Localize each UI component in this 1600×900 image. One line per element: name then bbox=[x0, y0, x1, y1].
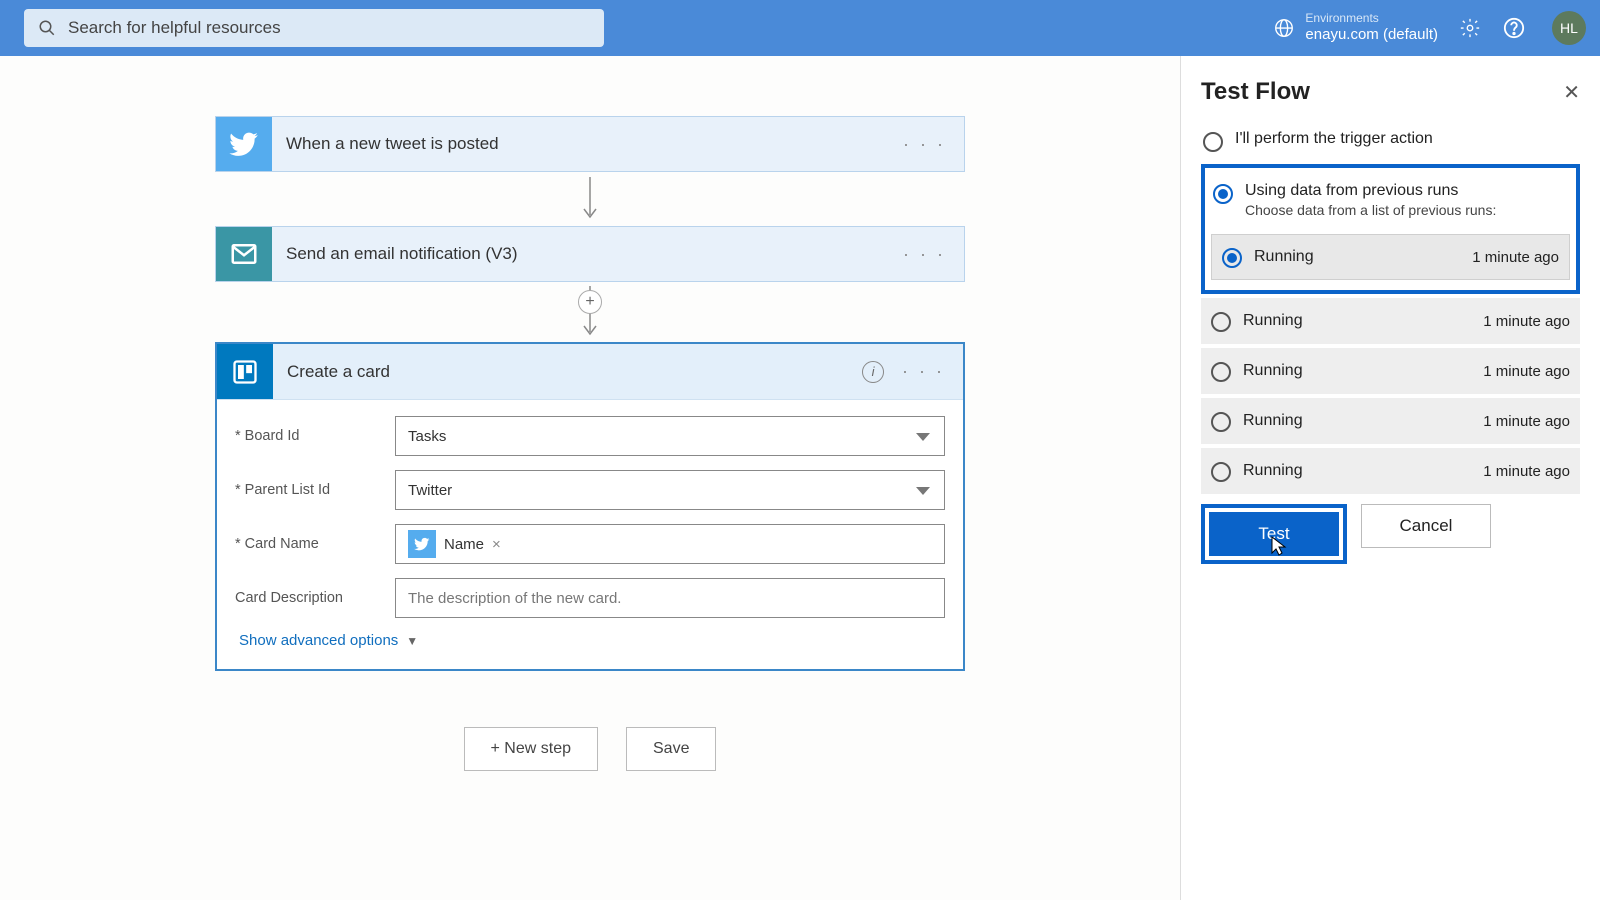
radio-button[interactable] bbox=[1213, 184, 1233, 204]
top-right-controls: Environments enayu.com (default) HL bbox=[1273, 11, 1586, 45]
run-status: Running bbox=[1243, 462, 1471, 480]
option-manual-trigger[interactable]: I'll perform the trigger action bbox=[1201, 124, 1580, 158]
run-status: Running bbox=[1243, 312, 1471, 330]
card-description-input[interactable] bbox=[395, 578, 945, 618]
help-button[interactable] bbox=[1502, 16, 1526, 40]
flow-arrow-add: + bbox=[215, 282, 965, 342]
token-label: Name bbox=[444, 536, 484, 553]
test-flow-panel: Test Flow ✕ I'll perform the trigger act… bbox=[1180, 56, 1600, 900]
mail-icon bbox=[216, 227, 272, 281]
chevron-down-icon: ▼ bbox=[406, 634, 418, 648]
field-label-cardname: * Card Name bbox=[235, 536, 385, 552]
environment-icon bbox=[1273, 17, 1295, 39]
card-name-input[interactable]: Name × bbox=[395, 524, 945, 564]
environment-picker[interactable]: Environments enayu.com (default) bbox=[1273, 12, 1438, 43]
radio-button[interactable] bbox=[1222, 248, 1242, 268]
field-label-board: * Board Id bbox=[235, 428, 385, 444]
run-time: 1 minute ago bbox=[1483, 463, 1570, 480]
show-advanced-link[interactable]: Show advanced options ▼ bbox=[239, 632, 945, 649]
radio-label: I'll perform the trigger action bbox=[1235, 130, 1433, 148]
top-bar: Environments enayu.com (default) HL bbox=[0, 0, 1600, 56]
radio-label: Using data from previous runs bbox=[1245, 182, 1496, 200]
add-step-button[interactable]: + bbox=[578, 290, 602, 314]
help-icon bbox=[1503, 17, 1525, 39]
environment-label: Environments bbox=[1305, 12, 1438, 26]
run-status: Running bbox=[1243, 412, 1471, 430]
new-step-button[interactable]: + New step bbox=[464, 727, 598, 771]
radio-button[interactable] bbox=[1211, 312, 1231, 332]
panel-title: Test Flow bbox=[1201, 78, 1310, 106]
settings-button[interactable] bbox=[1458, 16, 1482, 40]
step-menu-button[interactable]: · · · bbox=[902, 361, 945, 382]
run-item[interactable]: Running 1 minute ago bbox=[1201, 348, 1580, 394]
run-item[interactable]: Running 1 minute ago bbox=[1201, 398, 1580, 444]
step-header[interactable]: Create a card i · · · bbox=[217, 344, 963, 400]
field-label-desc: Card Description bbox=[235, 590, 385, 606]
save-button[interactable]: Save bbox=[626, 727, 716, 771]
radio-button[interactable] bbox=[1211, 462, 1231, 482]
twitter-icon bbox=[408, 530, 436, 558]
option-previous-highlight: Using data from previous runs Choose dat… bbox=[1201, 164, 1580, 294]
field-label-parent: * Parent List Id bbox=[235, 482, 385, 498]
token-remove-button[interactable]: × bbox=[492, 536, 501, 553]
step-menu-button[interactable]: · · · bbox=[903, 244, 946, 265]
test-button-highlight: Test bbox=[1201, 504, 1347, 564]
run-status: Running bbox=[1254, 248, 1460, 266]
flow-step-trigger[interactable]: When a new tweet is posted · · · bbox=[215, 116, 965, 172]
gear-icon bbox=[1459, 17, 1481, 39]
search-input[interactable] bbox=[68, 18, 590, 38]
radio-button[interactable] bbox=[1203, 132, 1223, 152]
search-box[interactable] bbox=[24, 9, 604, 47]
run-status: Running bbox=[1243, 362, 1471, 380]
step-title: Create a card bbox=[273, 344, 844, 399]
environment-name: enayu.com (default) bbox=[1305, 26, 1438, 43]
run-time: 1 minute ago bbox=[1472, 249, 1559, 266]
flow-step-trello: Create a card i · · · * Board Id Tasks *… bbox=[215, 342, 965, 671]
cancel-button[interactable]: Cancel bbox=[1361, 504, 1491, 548]
option-previous-runs[interactable]: Using data from previous runs Choose dat… bbox=[1211, 176, 1570, 224]
flow-step-email[interactable]: Send an email notification (V3) · · · bbox=[215, 226, 965, 282]
run-time: 1 minute ago bbox=[1483, 313, 1570, 330]
radio-button[interactable] bbox=[1211, 362, 1231, 382]
run-item[interactable]: Running 1 minute ago bbox=[1201, 448, 1580, 494]
run-item[interactable]: Running 1 minute ago bbox=[1211, 234, 1570, 280]
user-avatar[interactable]: HL bbox=[1552, 11, 1586, 45]
twitter-icon bbox=[216, 117, 272, 171]
step-menu-button[interactable]: · · · bbox=[903, 134, 946, 155]
info-icon[interactable]: i bbox=[862, 361, 884, 383]
trello-icon bbox=[217, 344, 273, 399]
radio-subtext: Choose data from a list of previous runs… bbox=[1245, 202, 1496, 218]
run-time: 1 minute ago bbox=[1483, 413, 1570, 430]
card-description-text[interactable] bbox=[408, 590, 932, 607]
flow-canvas: When a new tweet is posted · · · Send an… bbox=[0, 56, 1180, 900]
step-title: Send an email notification (V3) bbox=[272, 227, 885, 281]
close-panel-button[interactable]: ✕ bbox=[1563, 80, 1580, 105]
test-button[interactable]: Test bbox=[1209, 512, 1339, 556]
run-item[interactable]: Running 1 minute ago bbox=[1201, 298, 1580, 344]
step-title: When a new tweet is posted bbox=[272, 117, 885, 171]
flow-arrow bbox=[215, 172, 965, 226]
radio-button[interactable] bbox=[1211, 412, 1231, 432]
board-select[interactable]: Tasks bbox=[395, 416, 945, 456]
parent-list-select[interactable]: Twitter bbox=[395, 470, 945, 510]
run-time: 1 minute ago bbox=[1483, 363, 1570, 380]
search-icon bbox=[38, 19, 56, 37]
dynamic-token[interactable]: Name × bbox=[408, 530, 501, 558]
